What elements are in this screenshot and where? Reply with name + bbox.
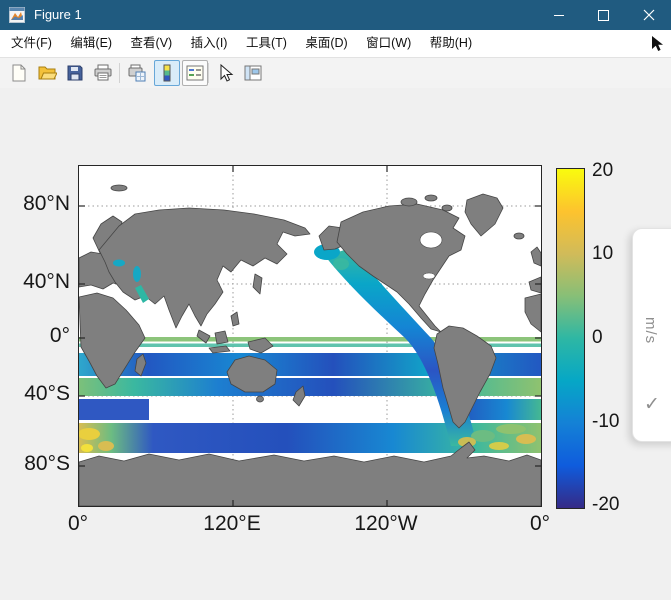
- show-plot-tools-icon: [243, 63, 263, 83]
- title-bar[interactable]: Figure 1: [0, 0, 671, 30]
- edit-plot-button[interactable]: [212, 60, 238, 86]
- map-axes[interactable]: [78, 165, 542, 507]
- print-preview-button[interactable]: [124, 60, 150, 86]
- xtick-120w: 120°W: [331, 512, 441, 536]
- window-controls: [536, 0, 671, 30]
- toolbar-separator: [208, 63, 209, 83]
- menu-view[interactable]: 查看(V): [124, 30, 180, 57]
- menu-window[interactable]: 窗口(W): [359, 30, 418, 57]
- maximize-button[interactable]: [581, 0, 626, 30]
- cbtick-10: 10: [592, 243, 613, 265]
- menu-tools[interactable]: 工具(T): [239, 30, 294, 57]
- xtick-0-left: 0°: [23, 512, 133, 536]
- print-preview-icon: [127, 63, 147, 83]
- minimize-button[interactable]: [536, 0, 581, 30]
- figure-toolbar: [0, 58, 671, 89]
- mouse-cursor: [652, 36, 664, 52]
- insert-legend-icon: [185, 63, 205, 83]
- colorbar-gradient: [557, 169, 584, 508]
- print-figure-button[interactable]: [90, 60, 116, 86]
- save-figure-button[interactable]: [62, 60, 88, 86]
- window-title: Figure 1: [34, 0, 82, 30]
- save-figure-icon: [65, 63, 85, 83]
- menu-file[interactable]: 文件(F): [4, 30, 59, 57]
- cbtick-neg10: -10: [592, 411, 619, 433]
- menu-desktop[interactable]: 桌面(D): [298, 30, 354, 57]
- print-figure-icon: [93, 63, 113, 83]
- maximize-icon: [598, 10, 609, 21]
- toolbar-separator: [119, 63, 120, 83]
- check-icon[interactable]: ✓: [644, 393, 660, 416]
- world-map: [79, 166, 541, 506]
- minimize-icon: [554, 15, 564, 16]
- xtick-0-right: 0°: [485, 512, 595, 536]
- overlay-panel: m/s ✓: [632, 228, 671, 442]
- close-icon: [643, 9, 655, 21]
- cbtick-0: 0: [592, 327, 603, 349]
- insert-colorbar-icon: [157, 63, 177, 83]
- open-file-icon: [37, 63, 57, 83]
- menu-bar: 文件(F) 编辑(E) 查看(V) 插入(I) 工具(T) 桌面(D) 窗口(W…: [0, 30, 671, 58]
- close-button[interactable]: [626, 0, 671, 30]
- new-figure-button[interactable]: [6, 60, 32, 86]
- overlay-units-label: m/s: [642, 317, 659, 344]
- edit-plot-icon: [215, 63, 235, 83]
- menu-help[interactable]: 帮助(H): [423, 30, 479, 57]
- ytick-40s: 40°S: [6, 382, 70, 406]
- cbtick-20: 20: [592, 160, 613, 182]
- insert-colorbar-button[interactable]: [154, 60, 180, 86]
- xtick-120e: 120°E: [177, 512, 287, 536]
- open-file-button[interactable]: [34, 60, 60, 86]
- menu-edit[interactable]: 编辑(E): [63, 30, 119, 57]
- ytick-80n: 80°N: [6, 192, 70, 216]
- cbtick-neg20: -20: [592, 494, 619, 516]
- figure-canvas: 80°N 40°N 0° 40°S 80°S 0° 120°E 120°W 0°…: [0, 88, 671, 600]
- new-figure-icon: [9, 63, 29, 83]
- matlab-figure-window: Figure 1 文件(F) 编辑(E) 查看(V) 插入(I) 工具(T) 桌…: [0, 0, 671, 600]
- insert-legend-button[interactable]: [182, 60, 208, 86]
- menu-insert[interactable]: 插入(I): [184, 30, 235, 57]
- colorbar[interactable]: [556, 168, 585, 509]
- ytick-0: 0°: [6, 324, 70, 348]
- show-plot-tools-button[interactable]: [240, 60, 266, 86]
- ytick-80s: 80°S: [6, 452, 70, 476]
- figure-app-icon: [9, 7, 25, 23]
- ytick-40n: 40°N: [6, 270, 70, 294]
